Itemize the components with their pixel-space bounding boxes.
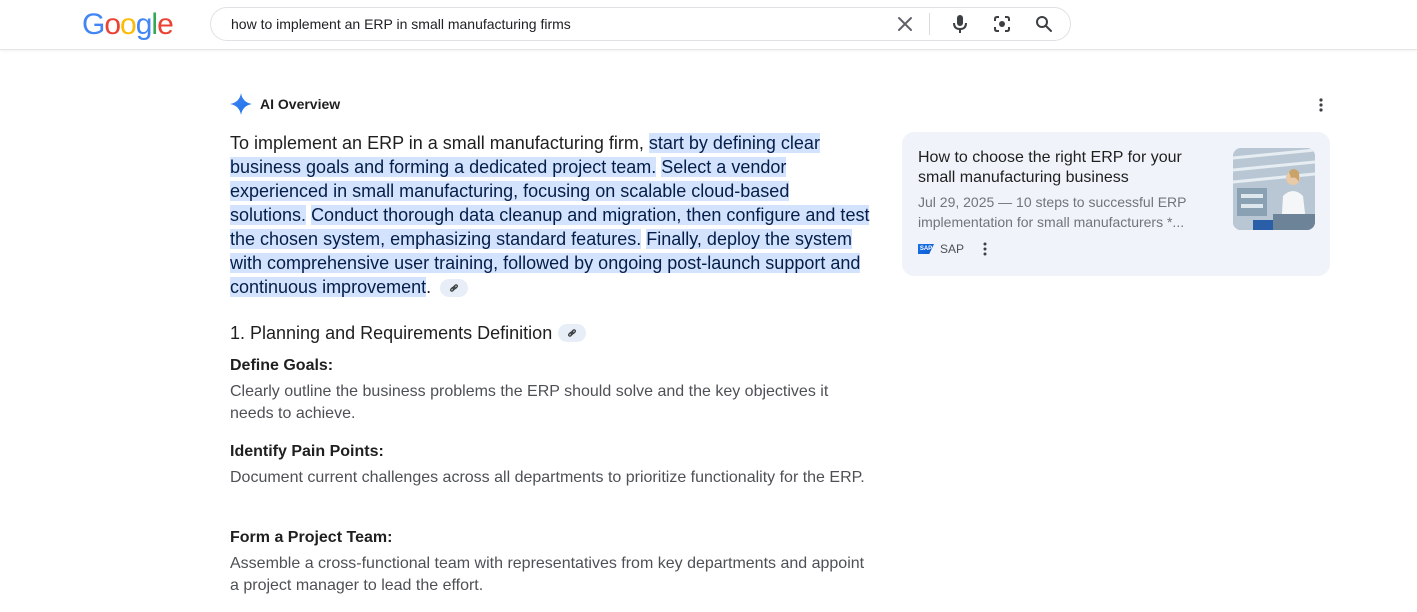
citation-link-chip[interactable]	[440, 279, 469, 298]
search-input[interactable]	[231, 8, 891, 40]
search-icon[interactable]	[1032, 12, 1056, 36]
list-item: Form a Project Team: Assemble a cross-fu…	[230, 527, 870, 597]
item-description: Assemble a cross-functional team with re…	[230, 555, 865, 594]
sparkle-icon	[230, 93, 252, 115]
search-box	[210, 7, 1071, 41]
item-label: Define Goals:	[230, 357, 334, 374]
microphone-icon[interactable]	[948, 12, 972, 36]
logo-letter-g: G	[82, 8, 105, 41]
source-name: SAP	[940, 242, 965, 256]
ai-summary: To implement an ERP in a small manufactu…	[230, 131, 870, 299]
item-label: Identify Pain Points:	[230, 443, 384, 460]
logo-letter-e: e	[157, 8, 174, 41]
source-card-title[interactable]: How to choose the right ERP for your sma…	[918, 148, 1218, 188]
item-description: Clearly outline the business problems th…	[230, 383, 829, 422]
lens-icon[interactable]	[990, 12, 1014, 36]
clear-icon[interactable]	[893, 12, 917, 36]
source-card[interactable]: How to choose the right ERP for your sma…	[902, 132, 1330, 276]
list-item: Identify Pain Points: Document current c…	[230, 441, 870, 489]
link-icon	[568, 329, 577, 337]
section-title: 1. Planning and Requirements Definition	[230, 321, 587, 345]
summary-intro: To implement an ERP in a small manufactu…	[230, 133, 649, 153]
summary-end: .	[426, 277, 432, 297]
google-logo[interactable]: Google	[82, 7, 174, 43]
section-link-chip[interactable]	[558, 324, 587, 342]
sap-logo-icon: SAP	[918, 244, 934, 254]
ai-overview-title: AI Overview	[260, 96, 341, 112]
source-card-snippet: Jul 29, 2025 — 10 steps to successful ER…	[918, 194, 1187, 230]
section-title-text: 1. Planning and Requirements Definition	[230, 323, 553, 343]
source-thumbnail-image[interactable]	[1233, 148, 1315, 230]
list-item: Define Goals: Clearly outline the busine…	[230, 355, 870, 425]
item-description: Document current challenges across all d…	[230, 469, 865, 486]
link-icon	[450, 284, 459, 293]
item-label: Form a Project Team:	[230, 529, 393, 546]
top-header: Google	[0, 0, 1417, 50]
logo-letter-o1: o	[104, 8, 121, 41]
logo-letter-o2: o	[120, 8, 137, 41]
logo-letter-g2: g	[135, 8, 153, 41]
search-divider	[929, 13, 930, 35]
more-options-icon[interactable]	[1311, 95, 1331, 115]
source-more-icon[interactable]	[978, 240, 992, 258]
source-card-source: SAP SAP	[918, 240, 992, 258]
ai-overview-header: AI Overview	[230, 93, 340, 115]
search-actions	[875, 8, 1056, 40]
